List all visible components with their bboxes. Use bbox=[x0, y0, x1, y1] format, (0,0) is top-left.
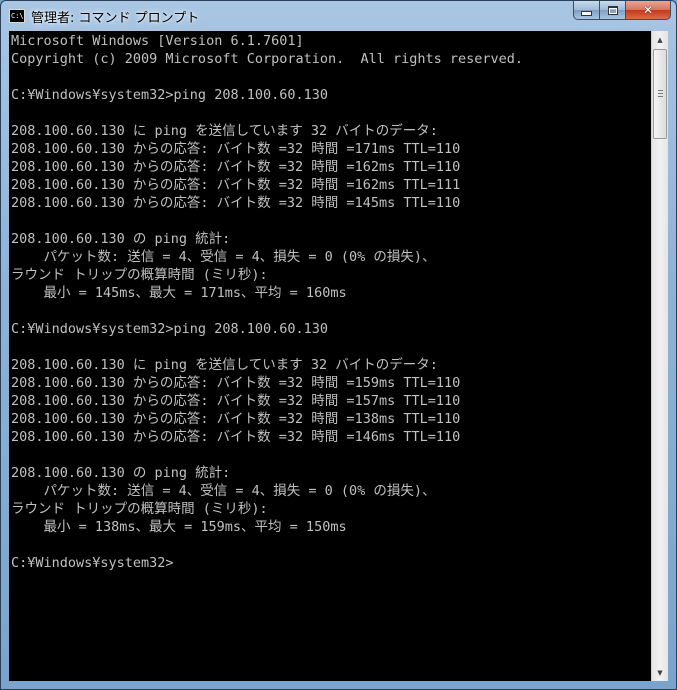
console-line: C:¥Windows¥system32>ping 208.100.60.130 bbox=[11, 87, 328, 103]
console-line: 208.100.60.130 に ping を送信しています 32 バイトのデー… bbox=[11, 357, 438, 373]
console-line: 最小 = 138ms、最大 = 159ms、平均 = 150ms bbox=[11, 519, 347, 535]
console-line: 208.100.60.130 からの応答: バイト数 =32 時間 =162ms… bbox=[11, 159, 461, 175]
minimize-icon bbox=[581, 10, 592, 16]
console-line: パケット数: 送信 = 4、受信 = 4、損失 = 0 (0% の損失)、 bbox=[11, 483, 436, 499]
console-line: C:¥Windows¥system32> bbox=[11, 555, 174, 571]
console-line: 最小 = 145ms、最大 = 171ms、平均 = 160ms bbox=[11, 285, 347, 301]
console-line: Copyright (c) 2009 Microsoft Corporation… bbox=[11, 51, 524, 67]
console-line: 208.100.60.130 からの応答: バイト数 =32 時間 =145ms… bbox=[11, 195, 461, 211]
maximize-icon bbox=[607, 5, 618, 15]
console-line: 208.100.60.130 からの応答: バイト数 =32 時間 =159ms… bbox=[11, 375, 461, 391]
console-app-icon[interactable]: C:\ bbox=[9, 9, 25, 23]
maximize-button[interactable] bbox=[600, 1, 626, 20]
console-line: 208.100.60.130 からの応答: バイト数 =32 時間 =146ms… bbox=[11, 429, 461, 445]
console-line: 208.100.60.130 の ping 統計: bbox=[11, 231, 231, 247]
console-line: 208.100.60.130 からの応答: バイト数 =32 時間 =162ms… bbox=[11, 177, 461, 193]
scroll-up-button[interactable]: ▲ bbox=[652, 31, 668, 48]
console-line: 208.100.60.130 からの応答: バイト数 =32 時間 =171ms… bbox=[11, 141, 461, 157]
console-line: パケット数: 送信 = 4、受信 = 4、損失 = 0 (0% の損失)、 bbox=[11, 249, 436, 265]
console-line: 208.100.60.130 に ping を送信しています 32 バイトのデー… bbox=[11, 123, 438, 139]
console-app-icon-label: C:\ bbox=[11, 12, 24, 20]
console-line: 208.100.60.130 の ping 統計: bbox=[11, 465, 231, 481]
scroll-grip-line bbox=[658, 96, 663, 97]
window-controls: ✕ bbox=[573, 1, 671, 21]
console-output-area[interactable]: Microsoft Windows [Version 6.1.7601] Copy… bbox=[9, 31, 651, 681]
console-line: C:¥Windows¥system32>ping 208.100.60.130 bbox=[11, 321, 328, 337]
command-prompt-window: C:\ 管理者: コマンド プロンプト ✕ Microsoft Windows … bbox=[0, 0, 677, 690]
console-line: 208.100.60.130 からの応答: バイト数 =32 時間 =138ms… bbox=[11, 411, 461, 427]
close-button[interactable]: ✕ bbox=[626, 1, 671, 20]
scroll-up-icon: ▲ bbox=[657, 35, 663, 44]
close-icon: ✕ bbox=[642, 3, 654, 17]
window-title: 管理者: コマンド プロンプト bbox=[31, 11, 200, 26]
console-line: 208.100.60.130 からの応答: バイト数 =32 時間 =157ms… bbox=[11, 393, 461, 409]
console-line: ラウンド トリップの概算時間 (ミリ秒): bbox=[11, 267, 268, 283]
scroll-grip-line bbox=[658, 90, 663, 91]
title-bar[interactable]: C:\ 管理者: コマンド プロンプト ✕ bbox=[1, 1, 676, 31]
console-line: ラウンド トリップの概算時間 (ミリ秒): bbox=[11, 501, 268, 517]
console-text: Microsoft Windows [Version 6.1.7601] Copy… bbox=[9, 31, 651, 572]
scroll-grip-line bbox=[658, 93, 663, 94]
minimize-button[interactable] bbox=[573, 1, 600, 20]
scroll-down-button[interactable]: ▼ bbox=[652, 664, 668, 681]
console-line: Microsoft Windows [Version 6.1.7601] bbox=[11, 33, 304, 49]
vertical-scrollbar[interactable]: ▲ ▼ bbox=[651, 31, 668, 681]
scroll-down-icon: ▼ bbox=[657, 668, 663, 677]
scroll-thumb[interactable] bbox=[653, 49, 667, 139]
